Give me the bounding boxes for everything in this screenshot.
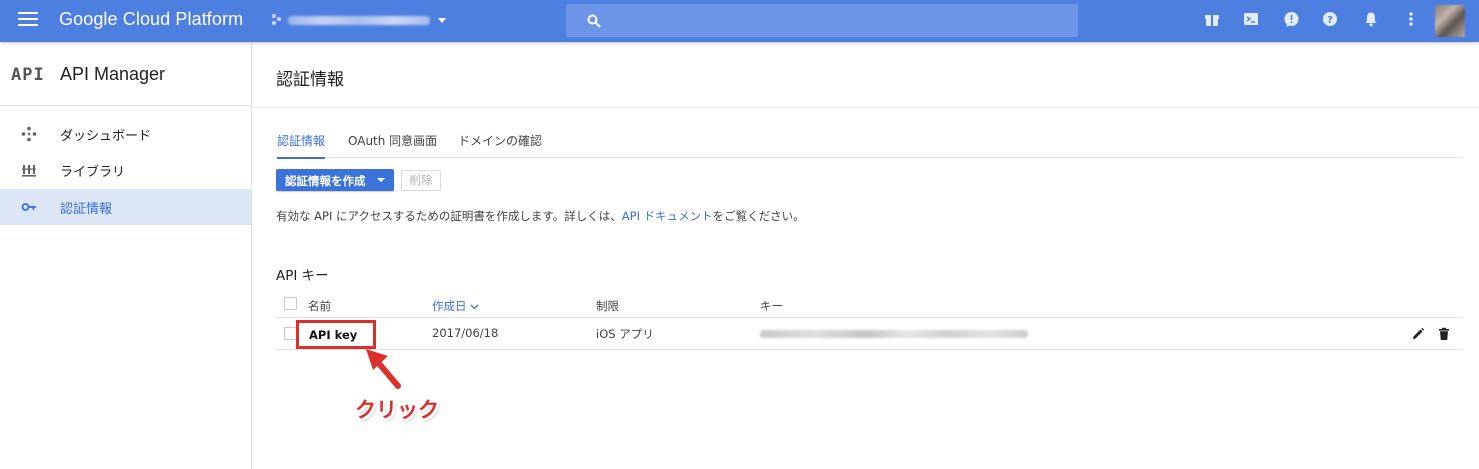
column-header-key: キー xyxy=(760,299,783,313)
bell-icon[interactable] xyxy=(1363,11,1381,29)
create-credentials-button[interactable]: 認証情報を作成 xyxy=(276,169,394,191)
notifications-alert-icon[interactable] xyxy=(1283,11,1301,29)
table-row: 2017/06/18 iOS アプリ xyxy=(276,318,1462,350)
project-name-redacted xyxy=(288,15,430,25)
key-icon xyxy=(21,203,36,211)
api-key-value-redacted xyxy=(760,330,1028,338)
api-docs-link[interactable]: API ドキュメント xyxy=(622,209,713,223)
avatar[interactable] xyxy=(1435,5,1465,37)
column-header-restriction: 制限 xyxy=(596,299,619,313)
api-logo-icon: API xyxy=(11,65,45,85)
tab-oauth-consent[interactable]: OAuth 同意画面 xyxy=(348,132,437,157)
svg-text:?: ? xyxy=(1327,15,1333,26)
annotation-arrow-icon xyxy=(366,349,401,389)
sidebar-title[interactable]: API Manager xyxy=(60,64,165,85)
menu-icon[interactable] xyxy=(18,12,38,28)
table-header-row: 名前 作成日 制限 キー xyxy=(276,294,1462,318)
column-header-created[interactable]: 作成日 xyxy=(432,298,479,314)
project-dots-icon xyxy=(272,14,282,26)
chevron-down-icon xyxy=(438,17,446,23)
sidebar-item-dashboard[interactable]: ダッシュボード xyxy=(0,116,251,152)
api-keys-section-title: API キー xyxy=(276,268,329,284)
api-key-name: API key xyxy=(309,328,358,342)
annotation-label: クリック xyxy=(355,398,439,422)
brand-title[interactable]: Google Cloud Platform xyxy=(59,9,243,30)
page-header: 認証情報 xyxy=(252,42,1479,108)
sidebar-item-label: ダッシュボード xyxy=(60,129,152,144)
dashboard-icon xyxy=(21,126,37,142)
sidebar-item-library[interactable]: ライブラリ xyxy=(0,152,251,188)
restriction-value: iOS アプリ xyxy=(596,327,654,341)
created-date: 2017/06/18 xyxy=(432,326,499,340)
cloud-shell-icon[interactable] xyxy=(1243,11,1261,29)
tab-domain-verification[interactable]: ドメインの確認 xyxy=(458,132,542,157)
sidebar-item-credentials[interactable]: 認証情報 xyxy=(0,189,251,225)
description-before: 有効な API にアクセスするための証明書を作成します。詳しくは、 xyxy=(276,209,622,223)
select-all-checkbox[interactable] xyxy=(284,297,297,310)
create-credentials-label: 認証情報を作成 xyxy=(285,174,366,188)
project-selector[interactable] xyxy=(272,10,446,30)
library-icon xyxy=(22,165,36,177)
sidebar: API API Manager ダッシュボード ライブラリ 認証情報 xyxy=(0,42,252,469)
column-header-name[interactable]: 名前 xyxy=(308,298,331,314)
tab-bar: 認証情報 OAuth 同意画面 ドメインの確認 xyxy=(276,126,1462,159)
api-key-name-link[interactable]: API key xyxy=(296,320,376,349)
search-input[interactable] xyxy=(566,4,1078,37)
tab-credentials[interactable]: 認証情報 xyxy=(277,132,326,159)
delete-button[interactable]: 削除 xyxy=(401,170,441,191)
page-title: 認証情報 xyxy=(276,70,344,90)
delete-icon[interactable] xyxy=(1437,327,1451,341)
description-text: 有効な API にアクセスするための証明書を作成します。詳しくは、API ドキュ… xyxy=(276,208,805,224)
edit-icon[interactable] xyxy=(1411,327,1425,341)
gift-icon[interactable] xyxy=(1204,11,1222,29)
sidebar-item-label: 認証情報 xyxy=(60,202,113,217)
more-vert-icon[interactable] xyxy=(1403,11,1421,29)
help-icon[interactable]: ? xyxy=(1322,11,1340,29)
column-header-created-label: 作成日 xyxy=(432,299,467,313)
sidebar-header: API API Manager xyxy=(0,42,251,106)
top-app-bar: Google Cloud Platform ? xyxy=(0,0,1479,42)
sidebar-item-label: ライブラリ xyxy=(60,165,126,180)
search-icon xyxy=(587,14,601,28)
chevron-down-icon xyxy=(377,178,385,182)
sort-descending-icon xyxy=(470,304,478,309)
description-after: をご覧ください。 xyxy=(712,209,805,223)
